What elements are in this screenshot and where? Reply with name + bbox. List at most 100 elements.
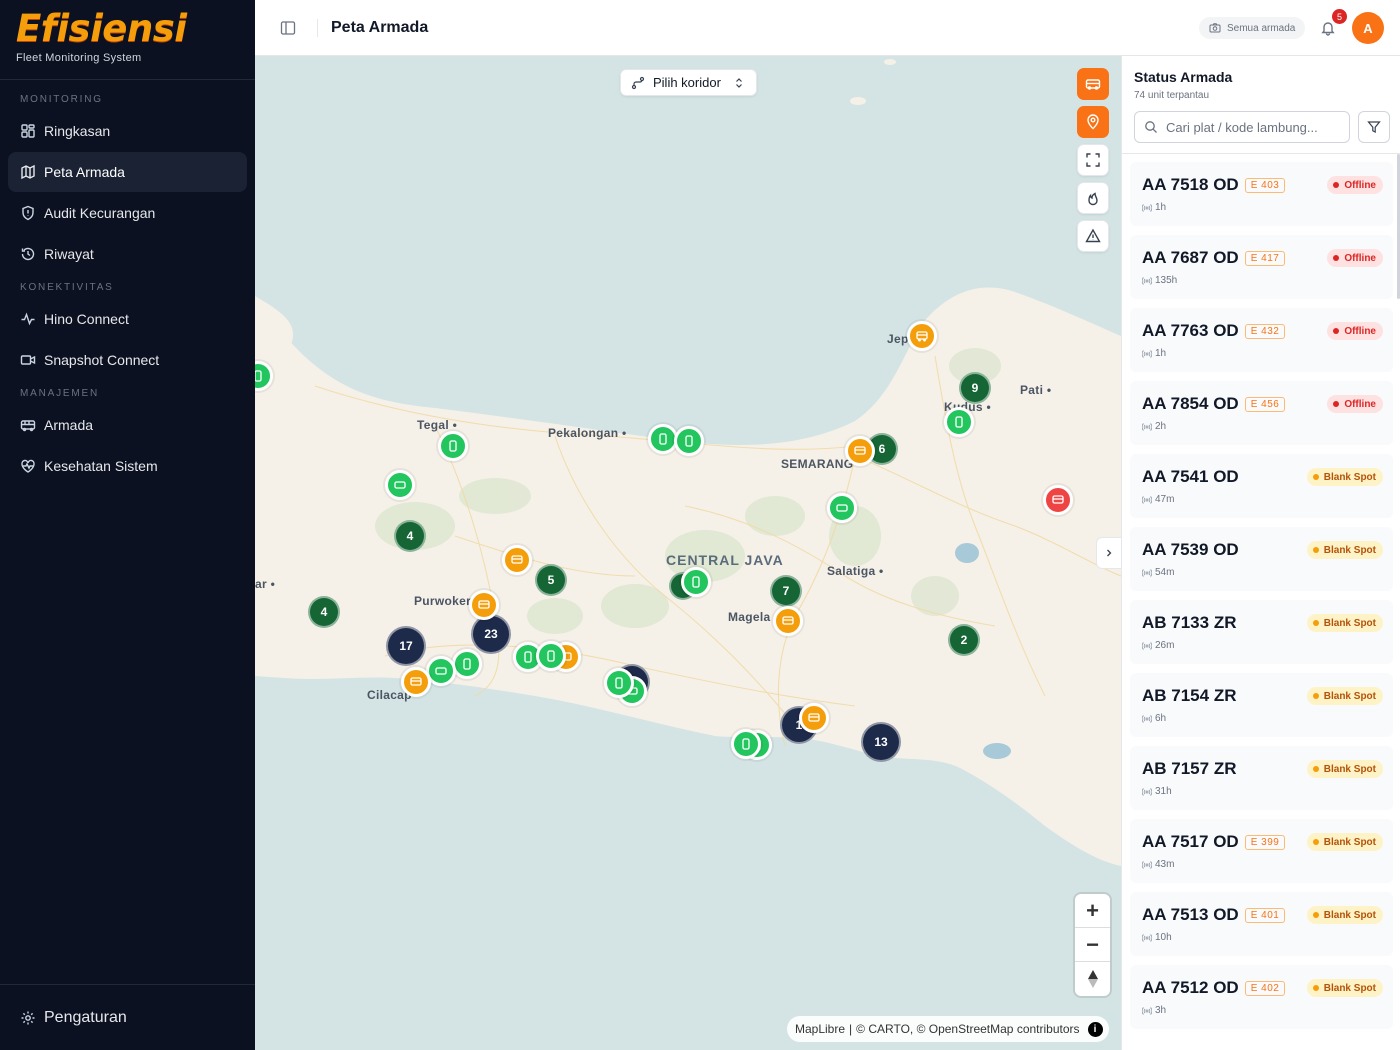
alerts-button[interactable] [1077,220,1109,252]
vehicle-marker-online[interactable] [674,426,704,456]
vehicle-marker-online[interactable] [536,641,566,671]
sidebar-item-ringkasan[interactable]: Ringkasan [8,111,247,151]
brand-logo[interactable]: Efisiensi [16,10,239,48]
city-label-purwokerto: Purwoker [414,594,472,608]
heatmap-button[interactable] [1077,182,1109,214]
status-badge: Blank Spot [1306,468,1383,486]
status-label: Blank Spot [1323,471,1376,483]
sidebar-item-armada[interactable]: Armada [8,405,247,445]
vehicle-marker-blank-spot[interactable] [502,545,532,575]
last-seen-label: 54m [1155,567,1175,578]
vehicle-marker-online[interactable] [827,493,857,523]
vehicle-last-seen: 2h [1142,421,1393,432]
sidebar-item-snapshot-connect[interactable]: Snapshot Connect [8,340,247,380]
bus-icon [955,416,963,428]
bus-icon [836,504,848,512]
bus-icon [782,616,794,625]
attribution-carto[interactable]: © CARTO [856,1022,910,1036]
notification-badge: 5 [1332,9,1347,24]
vehicle-card[interactable]: AA 7854 OD E 456 Offline 2h [1130,381,1393,445]
bus-icon [435,667,447,675]
vehicle-plate: AB 7133 ZR [1142,613,1237,632]
signal-icon [1142,203,1152,212]
panel-collapse-button[interactable] [1096,537,1121,569]
vehicle-code-badge: E 432 [1244,323,1286,339]
vehicle-marker-online[interactable] [385,470,415,500]
zoom-out-button[interactable]: − [1075,928,1110,962]
bus-layer-toggle[interactable] [1077,68,1109,100]
vehicle-card[interactable]: AB 7157 ZR Blank Spot 31h [1130,746,1393,810]
avatar[interactable]: A [1352,12,1384,44]
sidebar-item-label: Armada [44,417,94,433]
topbar: Peta Armada Semua armada 5 A [255,0,1400,56]
vehicle-cluster[interactable]: 9 [959,372,991,404]
last-seen-label: 1h [1155,348,1167,359]
last-seen-label: 3h [1155,1005,1167,1016]
vehicle-last-seen: 10h [1142,932,1393,943]
vehicle-plate: AA 7513 OD [1142,905,1239,924]
zoom-in-button[interactable]: + [1075,894,1110,928]
corridor-select[interactable]: Pilih koridor [620,69,757,96]
vehicle-card[interactable]: AA 7539 OD Blank Spot 54m [1130,527,1393,591]
vehicle-card[interactable]: AB 7154 ZR Blank Spot 6h [1130,673,1393,737]
vehicle-marker-offline[interactable] [1043,485,1073,515]
vehicle-cluster[interactable]: 2 [948,624,980,656]
vehicle-cluster[interactable]: 23 [471,614,511,654]
sidebar-item-riwayat[interactable]: Riwayat [8,234,247,274]
vehicle-marker-blank-spot[interactable] [907,321,937,351]
bus-icon [742,738,750,750]
vehicle-card[interactable]: AA 7512 OD E 402 Blank Spot 3h [1130,965,1393,1029]
bus-icon [685,435,693,447]
vehicle-plate: AB 7157 ZR [1142,759,1237,778]
vehicle-marker-blank-spot[interactable] [401,667,431,697]
vehicle-card[interactable]: AA 7518 OD E 403 Offline 1h [1130,162,1393,226]
vehicle-marker-blank-spot[interactable] [469,590,499,620]
filter-button[interactable] [1358,111,1390,143]
sidebar-toggle-icon[interactable] [280,20,296,36]
flame-icon [1088,192,1098,206]
vehicle-marker-online[interactable] [438,431,468,461]
attribution-maplibre[interactable]: MapLibre [795,1022,845,1036]
vehicle-marker-blank-spot[interactable] [845,436,875,466]
vehicle-card[interactable]: AB 7133 ZR Blank Spot 26m [1130,600,1393,664]
vehicle-card[interactable]: AA 7517 OD E 399 Blank Spot 43m [1130,819,1393,883]
bus-icon [524,651,532,663]
info-icon[interactable]: i [1087,1021,1103,1037]
vehicle-marker-online[interactable] [944,407,974,437]
fleet-map[interactable]: Pilih koridor Tegal • Pekalongan • SEMAR… [255,56,1121,1050]
bell-icon[interactable] [1320,20,1336,36]
vehicle-marker-online[interactable] [604,668,634,698]
sidebar-item-hino-connect[interactable]: Hino Connect [8,299,247,339]
vehicle-cluster[interactable]: 4 [308,596,340,628]
attribution-osm[interactable]: © OpenStreetMap [917,1022,1014,1036]
status-panel: Status Armada 74 unit terpantau Cari pla… [1121,56,1400,1050]
fullscreen-button[interactable] [1077,144,1109,176]
vehicle-marker-blank-spot[interactable] [799,703,829,733]
search-input[interactable]: Cari plat / kode lambung... [1134,111,1350,143]
status-badge: Offline [1327,176,1383,194]
fleet-filter-chip[interactable]: Semua armada [1199,17,1306,39]
vehicle-cluster[interactable]: 5 [535,564,567,596]
bus-icon [547,650,555,662]
vehicle-cluster[interactable]: 17 [386,626,426,666]
vehicle-marker-online[interactable] [731,729,761,759]
sidebar-item-peta-armada[interactable]: Peta Armada [8,152,247,192]
vehicle-cluster[interactable]: 7 [770,575,802,607]
vehicle-card[interactable]: AA 7513 OD E 401 Blank Spot 10h [1130,892,1393,956]
bus-icon [659,433,667,445]
location-layer-toggle[interactable] [1077,106,1109,138]
vehicle-marker-online[interactable] [452,649,482,679]
vehicle-cluster[interactable]: 4 [394,520,426,552]
settings-item[interactable]: Pengaturan [0,984,255,1050]
sidebar-item-kesehatan-sistem[interactable]: Kesehatan Sistem [8,446,247,486]
compass-button[interactable] [1075,962,1110,996]
vehicle-card[interactable]: AA 7541 OD Blank Spot 47m [1130,454,1393,518]
vehicle-last-seen: 1h [1142,202,1393,213]
vehicle-card[interactable]: AA 7687 OD E 417 Offline 135h [1130,235,1393,299]
vehicle-card[interactable]: AA 7763 OD E 432 Offline 1h [1130,308,1393,372]
sidebar-item-audit-kecurangan[interactable]: Audit Kecurangan [8,193,247,233]
vehicle-marker-blank-spot[interactable] [773,606,803,636]
section-monitoring: MONITORING [20,94,103,105]
vehicle-cluster[interactable]: 13 [861,722,901,762]
vehicle-marker-online[interactable] [681,567,711,597]
